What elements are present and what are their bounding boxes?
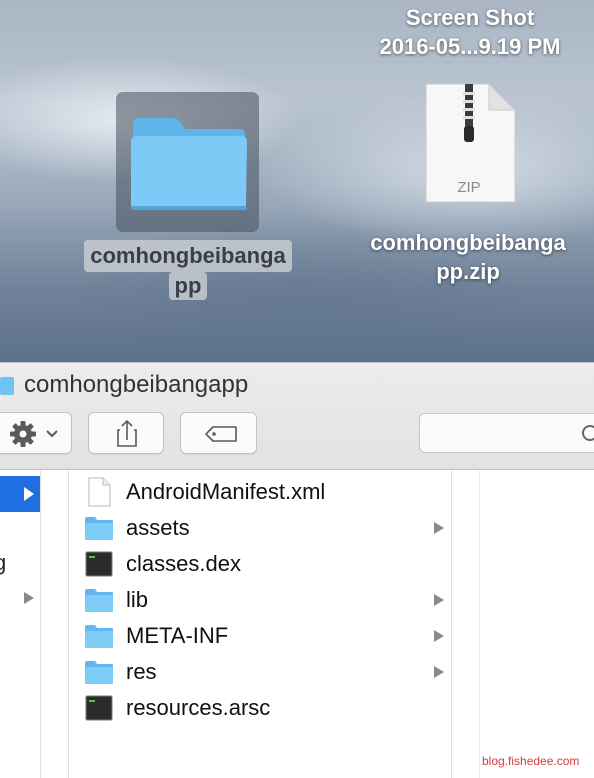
tag-button[interactable] <box>180 412 257 454</box>
exec-icon <box>85 695 113 721</box>
disclosure-arrow-icon <box>434 594 444 606</box>
disclosure-arrow-icon <box>24 487 34 501</box>
file-row-assets[interactable]: assets <box>69 510 451 546</box>
disclosure-arrow-icon <box>434 630 444 642</box>
folder-icon <box>85 661 113 684</box>
desktop-folder-label[interactable]: comhongbeibanga pp <box>68 240 308 300</box>
watermark: blog.fishedee.com <box>482 754 580 768</box>
search-icon <box>582 425 594 441</box>
column-divider <box>479 470 480 778</box>
file-name: lib <box>126 587 149 612</box>
column-browser: g AndroidManifest.xml assets classes.dex… <box>0 470 594 778</box>
parent-item-partial[interactable]: g <box>0 550 6 576</box>
search-field[interactable] <box>419 413 594 453</box>
finder-titlebar: comhongbeibangapp <box>0 362 594 470</box>
file-name: META-INF <box>126 623 229 648</box>
desktop-folder-icon[interactable] <box>129 116 248 211</box>
parent-column: g <box>0 470 41 778</box>
zip-archive-icon[interactable]: ZIP <box>423 82 517 204</box>
zip-label-line2: pp.zip <box>436 259 500 284</box>
file-name: AndroidManifest.xml <box>126 479 326 504</box>
exec-icon <box>85 551 113 577</box>
screenshot-label-line1: Screen Shot <box>405 5 535 30</box>
disclosure-arrow-icon <box>24 592 34 604</box>
zip-badge: ZIP <box>457 179 480 196</box>
file-name: assets <box>126 515 190 540</box>
window-title: comhongbeibangapp <box>24 371 249 398</box>
share-icon <box>117 419 137 447</box>
file-row-resources-arsc[interactable]: resources.arsc <box>69 690 451 726</box>
file-name: resources.arsc <box>126 695 271 720</box>
file-row-classes-dex[interactable]: classes.dex <box>69 546 451 582</box>
disclosure-arrow-icon <box>434 666 444 678</box>
selected-parent-item[interactable] <box>0 476 40 512</box>
folder-icon <box>85 517 113 540</box>
desktop: Screen Shot 2016-05...9.19 PM comhongbei… <box>0 0 594 362</box>
screenshot-file-label[interactable]: Screen Shot 2016-05...9.19 PM <box>345 3 594 61</box>
folder-label-line2: pp <box>168 272 208 300</box>
screenshot-label-line2: 2016-05...9.19 PM <box>379 34 561 59</box>
gear-icon <box>10 421 58 447</box>
file-name: res <box>126 659 157 684</box>
folder-icon <box>85 589 113 612</box>
file-row-meta-inf[interactable]: META-INF <box>69 618 451 654</box>
file-name: classes.dex <box>126 551 241 576</box>
document-icon <box>88 477 111 507</box>
file-row-res[interactable]: res <box>69 654 451 690</box>
folder-label-line1: comhongbeibanga <box>84 240 292 272</box>
file-row-androidmanifest[interactable]: AndroidManifest.xml <box>69 474 451 510</box>
tag-icon <box>205 426 237 442</box>
share-button[interactable] <box>88 412 164 454</box>
zip-label-line1: comhongbeibanga <box>370 230 566 255</box>
title-folder-icon <box>0 377 14 395</box>
chevron-down-icon <box>46 430 58 438</box>
action-gear-button[interactable] <box>0 412 72 454</box>
folder-icon <box>85 625 113 648</box>
zip-file-label[interactable]: comhongbeibanga pp.zip <box>348 228 588 286</box>
disclosure-arrow-icon <box>434 522 444 534</box>
file-row-lib[interactable]: lib <box>69 582 451 618</box>
file-list-column: AndroidManifest.xml assets classes.dex l… <box>68 470 452 778</box>
